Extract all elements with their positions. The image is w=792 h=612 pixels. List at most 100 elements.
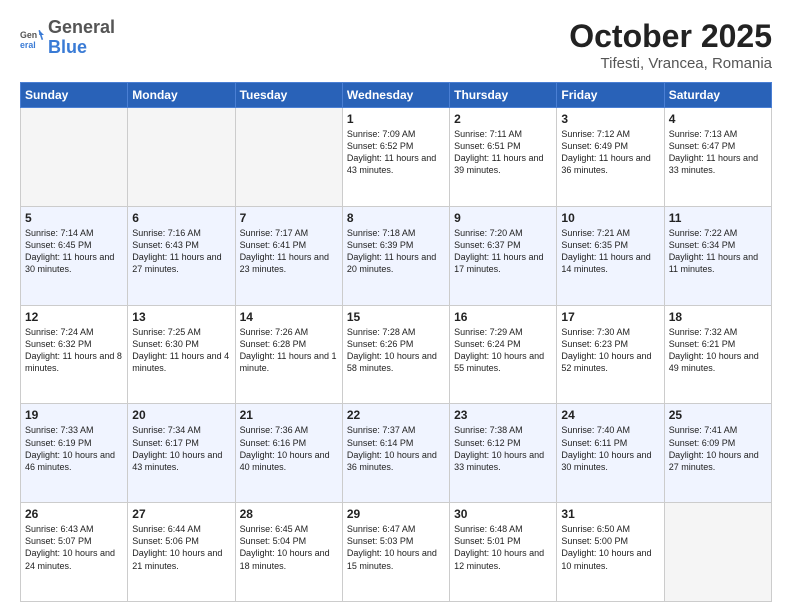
- table-row: 5Sunrise: 7:14 AM Sunset: 6:45 PM Daylig…: [21, 206, 128, 305]
- day-number: 25: [669, 408, 767, 422]
- day-number: 4: [669, 112, 767, 126]
- day-info: Sunrise: 6:43 AM Sunset: 5:07 PM Dayligh…: [25, 523, 123, 572]
- table-row: 11 Sunrise: 7:22 AM Sunset: 6:34 PM Dayli…: [664, 206, 771, 305]
- day-number: 10: [561, 211, 659, 225]
- table-row: 2Sunrise: 7:11 AM Sunset: 6:51 PM Daylig…: [450, 108, 557, 207]
- table-row: [664, 503, 771, 602]
- title-block: October 2025 Tifesti, Vrancea, Romania: [569, 18, 772, 72]
- day-number: 17: [561, 310, 659, 324]
- table-row: 22 Sunrise: 7:37 AM Sunset: 6:14 PM Dayli…: [342, 404, 449, 503]
- day-number: 15: [347, 310, 445, 324]
- day-number: 19: [25, 408, 123, 422]
- page: Gen eral General Blue October 2025 Tifes…: [0, 0, 792, 612]
- day-info: Sunrise: 6:48 AM Sunset: 5:01 PM Dayligh…: [454, 523, 552, 572]
- header-saturday: Saturday: [664, 83, 771, 108]
- day-info: Sunrise: 6:45 AM Sunset: 5:04 PM Dayligh…: [240, 523, 338, 572]
- day-number: 22: [347, 408, 445, 422]
- header-thursday: Thursday: [450, 83, 557, 108]
- day-info: Sunrise: 7:16 AM Sunset: 6:43 PM Dayligh…: [132, 227, 230, 276]
- day-info: Sunrise: 7:36 AM Sunset: 6:16 PM Dayligh…: [240, 424, 338, 473]
- table-row: 9 Sunrise: 7:20 AM Sunset: 6:37 PM Daylig…: [450, 206, 557, 305]
- svg-text:eral: eral: [20, 40, 36, 50]
- table-row: 6 Sunrise: 7:16 AM Sunset: 6:43 PM Daylig…: [128, 206, 235, 305]
- calendar-week-row: 19 Sunrise: 7:33 AM Sunset: 6:19 PM Dayli…: [21, 404, 772, 503]
- calendar-week-row: 5Sunrise: 7:14 AM Sunset: 6:45 PM Daylig…: [21, 206, 772, 305]
- table-row: 17 Sunrise: 7:30 AM Sunset: 6:23 PM Dayli…: [557, 305, 664, 404]
- day-number: 2: [454, 112, 552, 126]
- day-number: 30: [454, 507, 552, 521]
- logo-blue-text: Blue: [48, 38, 115, 58]
- day-number: 13: [132, 310, 230, 324]
- day-info: Sunrise: 7:28 AM Sunset: 6:26 PM Dayligh…: [347, 326, 445, 375]
- day-info: Sunrise: 7:20 AM Sunset: 6:37 PM Dayligh…: [454, 227, 552, 276]
- table-row: 26 Sunrise: 6:43 AM Sunset: 5:07 PM Dayli…: [21, 503, 128, 602]
- table-row: 18Sunrise: 7:32 AM Sunset: 6:21 PM Dayli…: [664, 305, 771, 404]
- header-monday: Monday: [128, 83, 235, 108]
- day-info: Sunrise: 7:37 AM Sunset: 6:14 PM Dayligh…: [347, 424, 445, 473]
- day-info: Sunrise: 7:17 AM Sunset: 6:41 PM Dayligh…: [240, 227, 338, 276]
- day-info: Sunrise: 6:44 AM Sunset: 5:06 PM Dayligh…: [132, 523, 230, 572]
- table-row: [128, 108, 235, 207]
- table-row: 12 Sunrise: 7:24 AM Sunset: 6:32 PM Dayli…: [21, 305, 128, 404]
- table-row: 21Sunrise: 7:36 AM Sunset: 6:16 PM Dayli…: [235, 404, 342, 503]
- day-info: Sunrise: 7:24 AM Sunset: 6:32 PM Dayligh…: [25, 326, 123, 375]
- day-number: 1: [347, 112, 445, 126]
- day-number: 24: [561, 408, 659, 422]
- day-info: Sunrise: 7:22 AM Sunset: 6:34 PM Dayligh…: [669, 227, 767, 276]
- day-info: Sunrise: 6:47 AM Sunset: 5:03 PM Dayligh…: [347, 523, 445, 572]
- header-sunday: Sunday: [21, 83, 128, 108]
- table-row: 31Sunrise: 6:50 AM Sunset: 5:00 PM Dayli…: [557, 503, 664, 602]
- day-info: Sunrise: 7:12 AM Sunset: 6:49 PM Dayligh…: [561, 128, 659, 177]
- logo-icon: Gen eral: [20, 27, 44, 51]
- day-number: 23: [454, 408, 552, 422]
- table-row: 16Sunrise: 7:29 AM Sunset: 6:24 PM Dayli…: [450, 305, 557, 404]
- table-row: 10 Sunrise: 7:21 AM Sunset: 6:35 PM Dayli…: [557, 206, 664, 305]
- day-number: 26: [25, 507, 123, 521]
- header-friday: Friday: [557, 83, 664, 108]
- day-info: Sunrise: 7:38 AM Sunset: 6:12 PM Dayligh…: [454, 424, 552, 473]
- table-row: 25 Sunrise: 7:41 AM Sunset: 6:09 PM Dayli…: [664, 404, 771, 503]
- day-info: Sunrise: 7:33 AM Sunset: 6:19 PM Dayligh…: [25, 424, 123, 473]
- day-number: 31: [561, 507, 659, 521]
- day-number: 27: [132, 507, 230, 521]
- table-row: [235, 108, 342, 207]
- day-number: 29: [347, 507, 445, 521]
- logo: Gen eral General Blue: [20, 18, 115, 58]
- table-row: 28 Sunrise: 6:45 AM Sunset: 5:04 PM Dayli…: [235, 503, 342, 602]
- day-number: 18: [669, 310, 767, 324]
- header: Gen eral General Blue October 2025 Tifes…: [20, 18, 772, 72]
- table-row: 19 Sunrise: 7:33 AM Sunset: 6:19 PM Dayli…: [21, 404, 128, 503]
- table-row: 20Sunrise: 7:34 AM Sunset: 6:17 PM Dayli…: [128, 404, 235, 503]
- day-number: 6: [132, 211, 230, 225]
- location: Tifesti, Vrancea, Romania: [569, 55, 772, 72]
- day-info: Sunrise: 7:40 AM Sunset: 6:11 PM Dayligh…: [561, 424, 659, 473]
- table-row: 3Sunrise: 7:12 AM Sunset: 6:49 PM Daylig…: [557, 108, 664, 207]
- day-info: Sunrise: 7:34 AM Sunset: 6:17 PM Dayligh…: [132, 424, 230, 473]
- svg-text:Gen: Gen: [20, 30, 37, 40]
- calendar-table: Sunday Monday Tuesday Wednesday Thursday…: [20, 82, 772, 602]
- day-number: 28: [240, 507, 338, 521]
- day-info: Sunrise: 7:21 AM Sunset: 6:35 PM Dayligh…: [561, 227, 659, 276]
- day-number: 5: [25, 211, 123, 225]
- day-number: 7: [240, 211, 338, 225]
- day-number: 12: [25, 310, 123, 324]
- day-info: Sunrise: 7:18 AM Sunset: 6:39 PM Dayligh…: [347, 227, 445, 276]
- day-info: Sunrise: 7:09 AM Sunset: 6:52 PM Dayligh…: [347, 128, 445, 177]
- month-title: October 2025: [569, 18, 772, 55]
- table-row: 23 Sunrise: 7:38 AM Sunset: 6:12 PM Dayli…: [450, 404, 557, 503]
- day-number: 9: [454, 211, 552, 225]
- day-number: 8: [347, 211, 445, 225]
- table-row: 7 Sunrise: 7:17 AM Sunset: 6:41 PM Daylig…: [235, 206, 342, 305]
- day-info: Sunrise: 7:41 AM Sunset: 6:09 PM Dayligh…: [669, 424, 767, 473]
- calendar-week-row: 26 Sunrise: 6:43 AM Sunset: 5:07 PM Dayli…: [21, 503, 772, 602]
- table-row: 29 Sunrise: 6:47 AM Sunset: 5:03 PM Dayli…: [342, 503, 449, 602]
- table-row: 14Sunrise: 7:26 AM Sunset: 6:28 PM Dayli…: [235, 305, 342, 404]
- header-tuesday: Tuesday: [235, 83, 342, 108]
- weekday-header-row: Sunday Monday Tuesday Wednesday Thursday…: [21, 83, 772, 108]
- calendar-week-row: 1 Sunrise: 7:09 AM Sunset: 6:52 PM Daylig…: [21, 108, 772, 207]
- day-number: 11: [669, 211, 767, 225]
- day-info: Sunrise: 7:29 AM Sunset: 6:24 PM Dayligh…: [454, 326, 552, 375]
- day-number: 14: [240, 310, 338, 324]
- day-info: Sunrise: 7:30 AM Sunset: 6:23 PM Dayligh…: [561, 326, 659, 375]
- table-row: 27 Sunrise: 6:44 AM Sunset: 5:06 PM Dayli…: [128, 503, 235, 602]
